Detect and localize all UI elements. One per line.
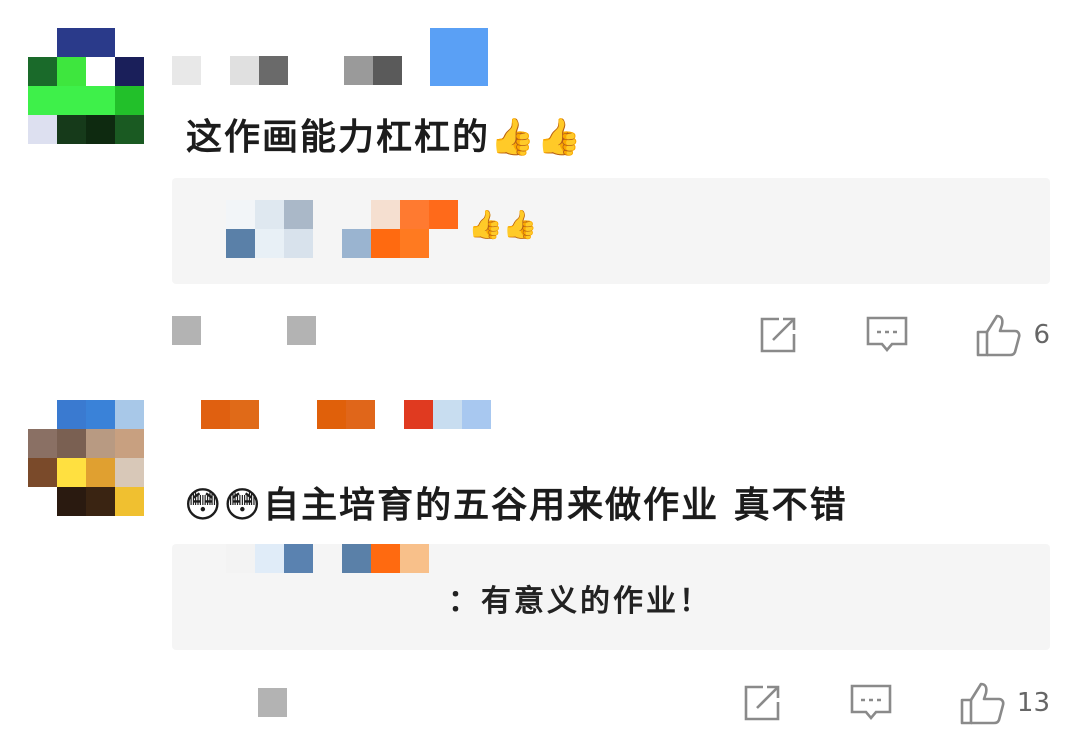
comment-actions: 6 bbox=[691, 312, 1050, 358]
reply-text: ：有意义的作业！ bbox=[448, 584, 712, 619]
share-icon bbox=[761, 317, 796, 353]
reply-text: 👍👍 bbox=[468, 208, 538, 241]
like-button[interactable]: 6 bbox=[975, 312, 1050, 358]
share-button[interactable] bbox=[757, 314, 799, 356]
comment-text: 😳😳自主培育的五谷用来做作业 真不错 bbox=[184, 485, 848, 526]
share-button[interactable] bbox=[741, 682, 783, 724]
timestamp bbox=[258, 688, 287, 717]
like-button[interactable]: 13 bbox=[959, 680, 1050, 726]
thumbs-up-icon bbox=[960, 682, 1005, 725]
thumbs-up-icon bbox=[977, 314, 1021, 357]
like-count: 6 bbox=[1033, 320, 1050, 350]
username[interactable] bbox=[172, 56, 402, 85]
reply-preview[interactable]: 👍👍 bbox=[172, 178, 1050, 284]
user-badge bbox=[430, 28, 488, 86]
reply-preview[interactable]: ：有意义的作业！ bbox=[172, 544, 1050, 650]
comment-item: 这作画能力杠杠的👍👍 👍👍 6 bbox=[0, 0, 1080, 372]
avatar[interactable] bbox=[28, 400, 144, 516]
timestamp bbox=[172, 316, 201, 345]
flushed-emoji: 😳😳 bbox=[184, 485, 264, 526]
location bbox=[287, 316, 316, 345]
thumbs-up-emoji: 👍👍 bbox=[490, 117, 584, 158]
username[interactable] bbox=[172, 400, 491, 429]
comment-icon bbox=[850, 684, 892, 721]
reply-button[interactable] bbox=[865, 314, 909, 356]
avatar[interactable] bbox=[28, 28, 144, 144]
comment-icon bbox=[867, 316, 908, 353]
comment-actions: 13 bbox=[675, 680, 1050, 726]
share-icon bbox=[744, 685, 780, 721]
comment-item: 😳😳自主培育的五谷用来做作业 真不错 ：有意义的作业！ 13 bbox=[0, 372, 1080, 744]
reply-button[interactable] bbox=[849, 682, 893, 724]
like-count: 13 bbox=[1016, 688, 1050, 718]
comment-text: 这作画能力杠杠的👍👍 bbox=[186, 117, 584, 158]
